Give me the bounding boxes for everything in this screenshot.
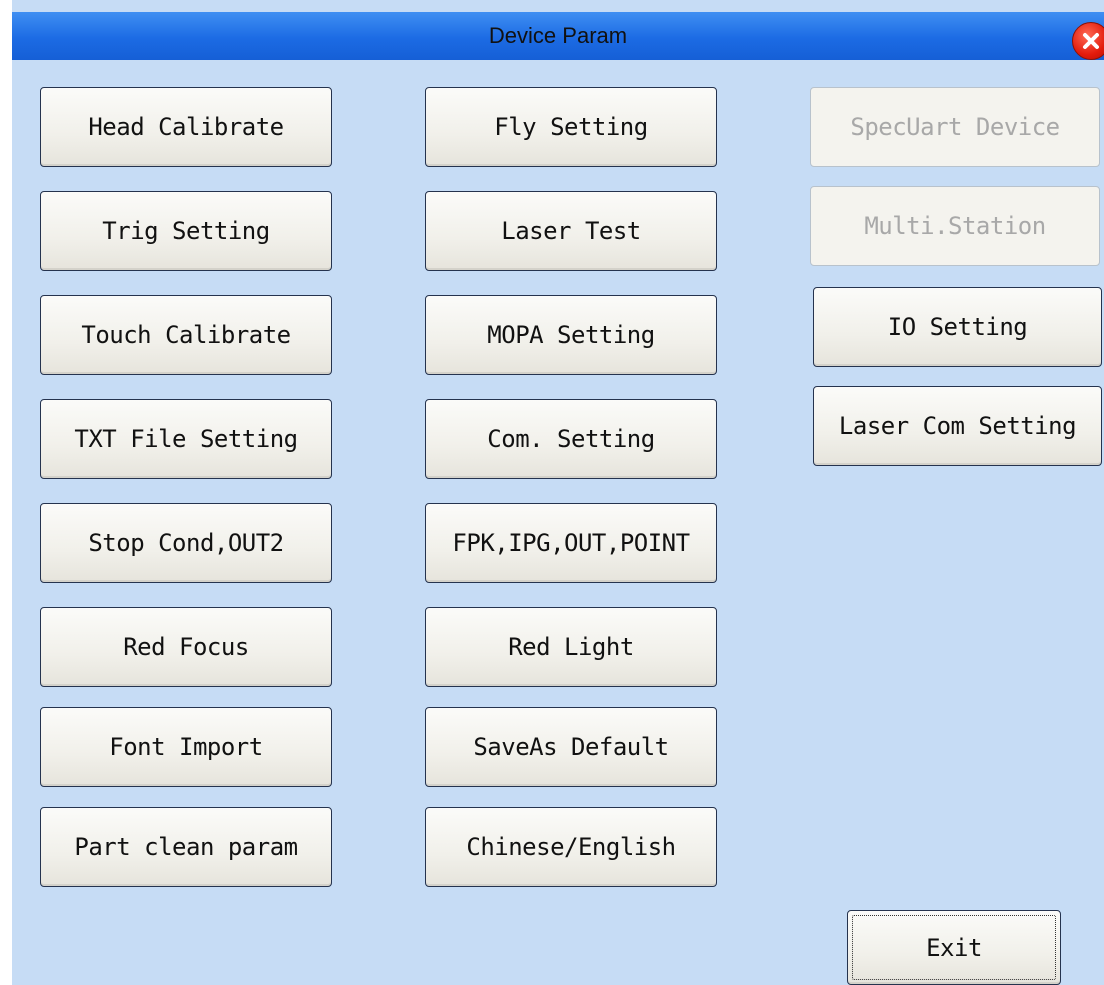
saveas-default-button[interactable]: SaveAs Default [425,707,717,787]
close-button[interactable] [1072,22,1104,60]
trig-setting-button[interactable]: Trig Setting [40,191,332,271]
font-import-button[interactable]: Font Import [40,707,332,787]
head-calibrate-button[interactable]: Head Calibrate [40,87,332,167]
com-setting-button[interactable]: Com. Setting [425,399,717,479]
multi-station-button: Multi.Station [810,186,1100,266]
touch-calibrate-button[interactable]: Touch Calibrate [40,295,332,375]
chinese-english-button[interactable]: Chinese/English [425,807,717,887]
close-icon [1083,33,1099,49]
part-clean-param-button[interactable]: Part clean param [40,807,332,887]
title-bar[interactable]: Device Param [12,12,1104,60]
specuart-device-button: SpecUart Device [810,87,1100,167]
exit-label: Exit [926,933,982,962]
window-title: Device Param [488,23,628,48]
mopa-setting-button[interactable]: MOPA Setting [425,295,717,375]
io-setting-button[interactable]: IO Setting [813,287,1102,367]
stop-cond-out2-button[interactable]: Stop Cond,OUT2 [40,503,332,583]
fpk-ipg-out-point-button[interactable]: FPK,IPG,OUT,POINT [425,503,717,583]
laser-test-button[interactable]: Laser Test [425,191,717,271]
fly-setting-button[interactable]: Fly Setting [425,87,717,167]
device-param-dialog: Device Param Head Calibrate Trig Setting… [0,0,1104,985]
window-edge [0,0,12,985]
red-focus-button[interactable]: Red Focus [40,607,332,687]
txt-file-setting-button[interactable]: TXT File Setting [40,399,332,479]
laser-com-setting-button[interactable]: Laser Com Setting [813,386,1102,466]
red-light-button[interactable]: Red Light [425,607,717,687]
exit-button[interactable]: Exit [847,910,1061,985]
